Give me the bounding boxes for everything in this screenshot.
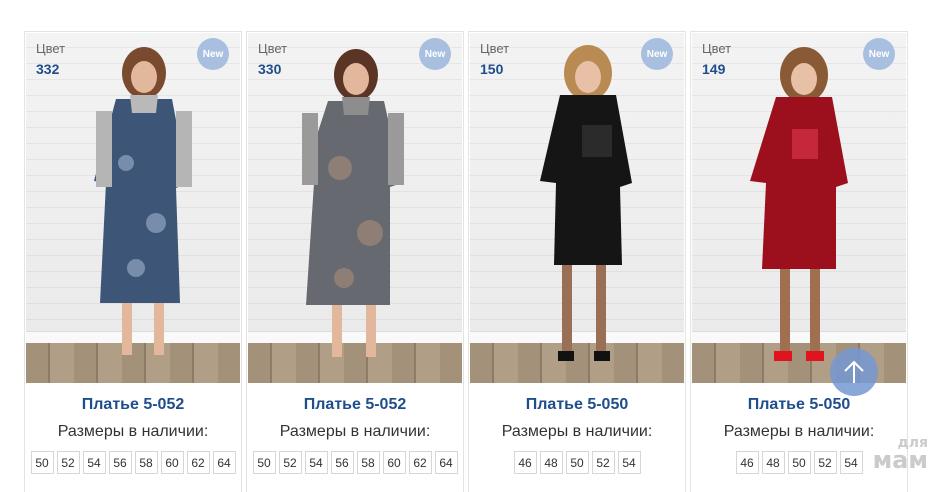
size-option[interactable]: 52 bbox=[278, 451, 302, 474]
scroll-to-top-button[interactable] bbox=[830, 348, 878, 396]
size-option[interactable]: 50 bbox=[30, 451, 54, 474]
product-card[interactable]: Цвет 330 New Платье 5-052 Размеры в нали… bbox=[246, 31, 464, 492]
product-title[interactable]: Платье 5-052 bbox=[247, 396, 463, 414]
sizes-label: Размеры в наличии: bbox=[57, 423, 209, 440]
size-list: 46 48 50 52 54 bbox=[469, 451, 685, 474]
product-photo[interactable] bbox=[248, 33, 462, 383]
color-label: Цвет bbox=[36, 41, 66, 56]
size-option[interactable]: 50 bbox=[252, 451, 276, 474]
size-option[interactable]: 56 bbox=[330, 451, 354, 474]
size-option[interactable]: 46 bbox=[513, 451, 537, 474]
size-option[interactable]: 54 bbox=[82, 451, 106, 474]
product-title[interactable]: Платье 5-050 bbox=[691, 396, 907, 414]
size-option[interactable]: 46 bbox=[735, 451, 759, 474]
size-option[interactable]: 48 bbox=[539, 451, 563, 474]
size-option[interactable]: 62 bbox=[186, 451, 210, 474]
new-badge: New bbox=[419, 38, 451, 70]
size-option[interactable]: 50 bbox=[565, 451, 589, 474]
new-badge: New bbox=[863, 38, 895, 70]
size-option[interactable]: 60 bbox=[160, 451, 184, 474]
size-list: 50 52 54 56 58 60 62 64 bbox=[25, 451, 241, 474]
product-card[interactable]: Цвет 332 New Платье 5-052 Размеры в нали… bbox=[24, 31, 242, 492]
sizes-label: Размеры в наличии: bbox=[501, 423, 653, 440]
sizes-label: Размеры в наличии: bbox=[279, 423, 431, 440]
product-title[interactable]: Платье 5-052 bbox=[25, 396, 241, 414]
new-badge: New bbox=[641, 38, 673, 70]
arrow-up-icon bbox=[844, 360, 864, 383]
size-option[interactable]: 48 bbox=[761, 451, 785, 474]
watermark-line2: мам bbox=[872, 445, 928, 474]
site-watermark: для мам bbox=[848, 436, 928, 474]
size-option[interactable]: 54 bbox=[617, 451, 641, 474]
color-code: 330 bbox=[258, 61, 282, 77]
color-code: 332 bbox=[36, 61, 60, 77]
size-option[interactable]: 58 bbox=[134, 451, 158, 474]
size-option[interactable]: 62 bbox=[408, 451, 432, 474]
size-option[interactable]: 52 bbox=[56, 451, 80, 474]
size-option[interactable]: 64 bbox=[434, 451, 458, 474]
product-grid: Цвет 332 New Платье 5-052 Размеры в нали… bbox=[24, 31, 908, 492]
color-code: 150 bbox=[480, 61, 504, 77]
color-label: Цвет bbox=[480, 41, 510, 56]
product-title[interactable]: Платье 5-050 bbox=[469, 396, 685, 414]
color-code: 149 bbox=[702, 61, 726, 77]
color-label: Цвет bbox=[702, 41, 732, 56]
product-photo[interactable] bbox=[470, 33, 684, 383]
size-option[interactable]: 50 bbox=[787, 451, 811, 474]
size-option[interactable]: 52 bbox=[591, 451, 615, 474]
product-card[interactable]: Цвет 150 New Платье 5-050 Размеры в нали… bbox=[468, 31, 686, 492]
size-list: 50 52 54 56 58 60 62 64 bbox=[247, 451, 463, 474]
product-card[interactable]: Цвет 149 New Платье 5-050 Размеры в нали… bbox=[690, 31, 908, 492]
size-option[interactable]: 60 bbox=[382, 451, 406, 474]
product-photo[interactable] bbox=[692, 33, 906, 383]
product-photo[interactable] bbox=[26, 33, 240, 383]
color-label: Цвет bbox=[258, 41, 288, 56]
size-option[interactable]: 56 bbox=[108, 451, 132, 474]
size-option[interactable]: 64 bbox=[212, 451, 236, 474]
new-badge: New bbox=[197, 38, 229, 70]
size-option[interactable]: 54 bbox=[304, 451, 328, 474]
size-option[interactable]: 52 bbox=[813, 451, 837, 474]
size-option[interactable]: 58 bbox=[356, 451, 380, 474]
